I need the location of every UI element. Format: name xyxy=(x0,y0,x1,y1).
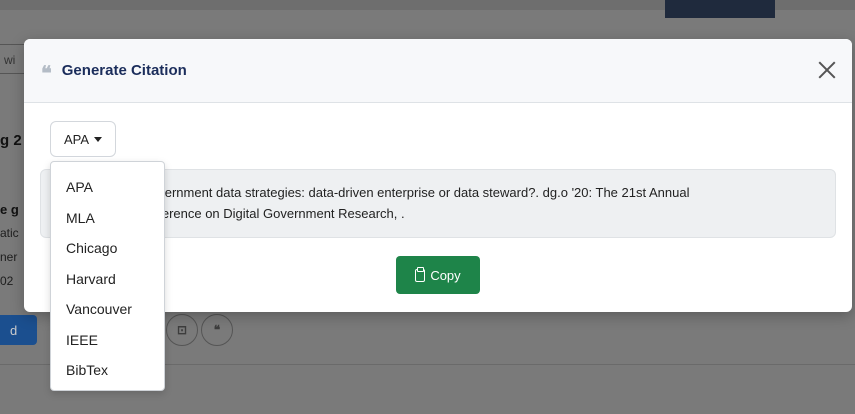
background-line-fragment: 02 xyxy=(0,274,14,288)
citation-text-line: nference on Digital Government Research,… xyxy=(151,206,405,221)
style-option-mla[interactable]: MLA xyxy=(51,203,164,234)
modal-header: ❝ Generate Citation xyxy=(24,39,852,103)
citation-style-menu: APA MLA Chicago Harvard Vancouver IEEE B… xyxy=(50,161,165,391)
background-line-fragment: atic xyxy=(0,226,19,240)
export-icon: ⊡ xyxy=(166,314,198,346)
background-heading-fragment: g 2 xyxy=(0,132,22,149)
caret-down-icon xyxy=(94,136,103,142)
clipboard-icon xyxy=(415,266,426,282)
background-bold-fragment: e g xyxy=(0,202,19,217)
copy-label: Copy xyxy=(430,267,461,283)
copy-button[interactable]: Copy xyxy=(396,256,480,294)
background-line-fragment: ner xyxy=(0,250,18,264)
background-nav-button xyxy=(665,0,775,18)
modal-title: Generate Citation xyxy=(61,62,187,79)
style-option-ieee[interactable]: IEEE xyxy=(51,325,164,356)
style-option-vancouver[interactable]: Vancouver xyxy=(51,294,164,325)
quote-icon: ❝ xyxy=(201,314,233,346)
style-option-bibtex[interactable]: BibTex xyxy=(51,355,164,386)
citation-style-dropdown[interactable]: APA xyxy=(50,121,116,157)
quote-icon: ❝ xyxy=(41,62,52,85)
citation-text-line: overnment data strategies: data-driven e… xyxy=(151,185,690,200)
style-option-chicago[interactable]: Chicago xyxy=(51,233,164,264)
close-button[interactable] xyxy=(816,59,838,81)
style-option-apa[interactable]: APA xyxy=(51,172,164,203)
background-read-button: d xyxy=(0,315,37,345)
selected-style-label: APA xyxy=(64,131,90,147)
style-option-harvard[interactable]: Harvard xyxy=(51,264,164,295)
